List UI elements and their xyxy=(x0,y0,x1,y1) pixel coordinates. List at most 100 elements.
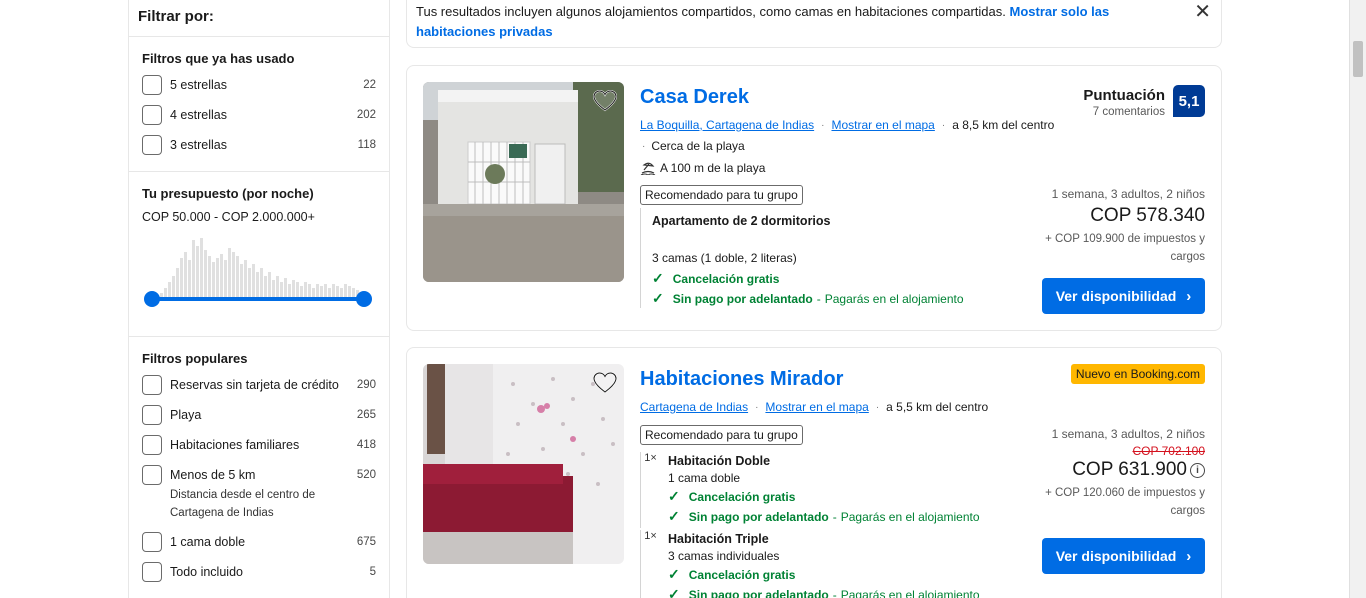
see-availability-button[interactable]: Ver disponibilidad › xyxy=(1042,278,1205,314)
show-on-map-link[interactable]: Mostrar en el mapa xyxy=(765,400,868,414)
filter-count: 418 xyxy=(356,439,376,451)
filter-all-inclusive[interactable]: Todo incluido 5 xyxy=(142,562,376,582)
checkbox[interactable] xyxy=(142,532,162,552)
recommended-badge: Recomendado para tu grupo xyxy=(640,425,803,445)
room-title: Habitación Doble xyxy=(668,454,771,468)
location-link[interactable]: La Boquilla, Cartagena de Indias xyxy=(640,118,814,132)
filter-beach[interactable]: Playa 265 xyxy=(142,405,376,425)
checkbox[interactable] xyxy=(142,75,162,95)
budget-range: COP 50.000 - COP 2.000.000+ xyxy=(142,210,315,224)
recommended-badge: Recomendado para tu grupo xyxy=(640,185,803,205)
checkbox[interactable] xyxy=(142,105,162,125)
heart-icon[interactable] xyxy=(592,88,618,114)
near-beach-text: Cerca de la playa xyxy=(651,139,745,153)
free-cancellation: ✓ Cancelación gratis xyxy=(652,270,964,287)
chevron-right-icon: › xyxy=(1186,287,1192,305)
unit-details: Apartamento de 2 dormitorios 3 camas (1 … xyxy=(640,208,964,308)
filter-family-rooms[interactable]: Habitaciones familiares 418 xyxy=(142,435,376,455)
separator-dot: · xyxy=(755,401,759,413)
taxes-and-charges: + COP 120.060 de impuestos y cargos xyxy=(1045,487,1205,517)
filter-4-stars[interactable]: 4 estrellas 202 xyxy=(142,105,376,125)
property-card: Habitaciones Mirador Cartagena de Indias… xyxy=(406,347,1222,598)
show-on-map-link[interactable]: Mostrar en el mapa xyxy=(831,118,934,132)
property-photo[interactable] xyxy=(423,82,624,282)
slider-max-handle[interactable] xyxy=(356,291,372,307)
no-prepayment: ✓ Sin pago por adelantado - Pagarás en e… xyxy=(668,586,980,598)
cta-label: Ver disponibilidad xyxy=(1055,288,1177,304)
slider-min-handle[interactable] xyxy=(144,291,160,307)
checkbox[interactable] xyxy=(142,375,162,395)
check-icon: ✓ xyxy=(652,270,664,286)
near-beach-line: · Cerca de la playa xyxy=(640,139,745,153)
checkbox[interactable] xyxy=(142,135,162,155)
property-card: Casa Derek La Boquilla, Cartagena de Ind… xyxy=(406,65,1222,331)
no-prepayment: ✓ Sin pago por adelantado - Pagarás en e… xyxy=(668,508,980,525)
filter-no-credit-card[interactable]: Reservas sin tarjeta de crédito 290 xyxy=(142,375,376,395)
see-availability-button[interactable]: Ver disponibilidad › xyxy=(1042,538,1205,574)
filter-label: Menos de 5 km xyxy=(170,468,256,482)
taxes-and-charges: + COP 109.900 de impuestos y cargos xyxy=(1045,233,1205,263)
property-name-link[interactable]: Habitaciones Mirador xyxy=(640,368,843,391)
room-beds: 3 camas individuales xyxy=(668,549,780,563)
score-label: Puntuación xyxy=(1083,87,1165,104)
no-prepayment-text: Sin pago por adelantado xyxy=(672,291,813,306)
location-line: Cartagena de Indias · Mostrar en el mapa… xyxy=(640,400,988,414)
no-prepayment-note: Pagarás en el alojamiento xyxy=(840,587,980,598)
checkbox[interactable] xyxy=(142,405,162,425)
close-icon[interactable]: ✕ xyxy=(1194,2,1211,22)
filter-count: 520 xyxy=(356,469,376,481)
filter-count: 290 xyxy=(356,379,376,391)
no-prepayment-text: Sin pago por adelantado xyxy=(688,509,829,524)
check-icon: ✓ xyxy=(668,566,680,582)
info-icon[interactable]: i xyxy=(1190,463,1205,478)
separator-dot: · xyxy=(642,140,646,152)
notice-text: Tus resultados incluyen algunos alojamie… xyxy=(416,4,1006,19)
filter-count: 202 xyxy=(356,109,376,121)
location-link[interactable]: Cartagena de Indias xyxy=(640,400,748,414)
filter-count: 675 xyxy=(356,536,376,548)
price-block: 1 semana, 3 adultos, 2 niños COP 702.100… xyxy=(1030,427,1205,520)
no-prepayment-note: Pagarás en el alojamiento xyxy=(824,291,964,306)
budget-section: Tu presupuesto (por noche) COP 50.000 - … xyxy=(129,172,389,337)
price-row: COP 631.900 i xyxy=(1030,459,1205,481)
heart-icon[interactable] xyxy=(592,370,618,396)
location-line: La Boquilla, Cartagena de Indias · Mostr… xyxy=(640,118,1054,132)
distance-text: a 5,5 km del centro xyxy=(886,400,989,414)
price-block: 1 semana, 3 adultos, 2 niños COP 578.340… xyxy=(1030,187,1205,266)
beach-distance-line: A 100 m de la playa xyxy=(640,161,765,175)
beach-distance-text: A 100 m de la playa xyxy=(660,161,766,175)
filter-less-5km[interactable]: Menos de 5 km Distancia desde el centro … xyxy=(142,465,376,522)
distance-text: a 8,5 km del centro xyxy=(952,118,1055,132)
check-icon: ✓ xyxy=(668,508,680,524)
popular-filters-section: Filtros populares Reservas sin tarjeta d… xyxy=(129,337,389,598)
filter-sublabel: Distancia desde el centro de Cartagena d… xyxy=(170,489,316,519)
filter-label: 1 cama doble xyxy=(170,535,246,549)
filters-sidebar: Filtrar por: Filtros que ya has usado 5 … xyxy=(128,0,390,598)
separator-dot: · xyxy=(941,119,946,131)
filter-label-group: Menos de 5 km Distancia desde el centro … xyxy=(170,465,357,522)
property-photo[interactable] xyxy=(423,364,624,564)
no-prepayment-note: Pagarás en el alojamiento xyxy=(840,509,980,524)
filter-count: 118 xyxy=(357,139,376,151)
checkbox[interactable] xyxy=(142,465,162,485)
check-icon: ✓ xyxy=(668,488,680,504)
room-title: Habitación Triple xyxy=(668,532,769,546)
filter-label: 5 estrellas xyxy=(170,78,227,92)
page-scrollbar[interactable] xyxy=(1349,0,1366,598)
review-count: 7 comentarios xyxy=(1092,106,1165,118)
filter-label: 3 estrellas xyxy=(170,138,227,152)
check-icon: ✓ xyxy=(668,586,680,598)
checkbox[interactable] xyxy=(142,435,162,455)
filter-double-bed[interactable]: 1 cama doble 675 xyxy=(142,532,376,552)
price-histogram xyxy=(142,238,376,307)
chevron-right-icon: › xyxy=(1186,547,1192,565)
room-quantity: 1× xyxy=(640,530,660,598)
filter-5-stars[interactable]: 5 estrellas 22 xyxy=(142,75,376,95)
filter-3-stars[interactable]: 3 estrellas 118 xyxy=(142,135,376,155)
scrollbar-thumb[interactable] xyxy=(1353,41,1363,77)
property-name-link[interactable]: Casa Derek xyxy=(640,86,749,109)
review-score-badge[interactable]: 5,1 xyxy=(1173,85,1205,117)
used-filters-title: Filtros que ya has usado xyxy=(142,51,295,66)
check-icon: ✓ xyxy=(652,290,664,306)
checkbox[interactable] xyxy=(142,562,162,582)
